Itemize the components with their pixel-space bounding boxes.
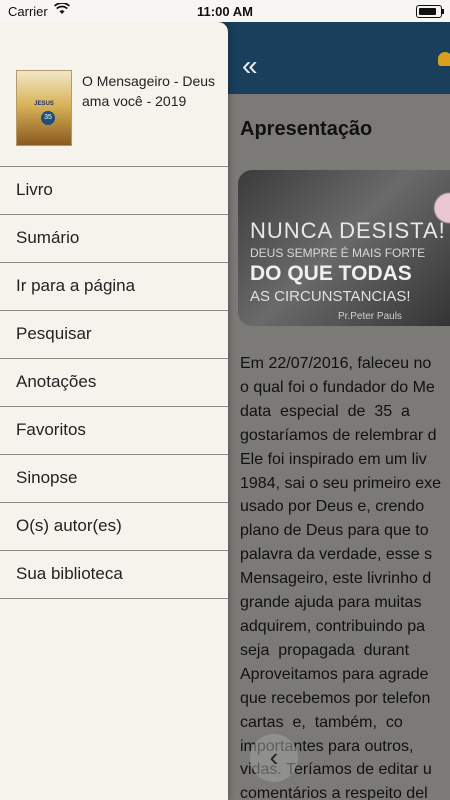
body-line: cartas e, também, co <box>240 713 403 731</box>
status-bar: Carrier 11:00 AM <box>0 0 450 22</box>
book-cover: JESUS 35 <box>16 70 72 146</box>
body-line: data especial de 35 a <box>240 402 410 420</box>
cover-badge: 35 <box>41 111 55 125</box>
double-chevron-left-icon[interactable]: « <box>242 52 258 80</box>
menu-item-sua-biblioteca[interactable]: Sua biblioteca <box>0 551 228 599</box>
bell-icon[interactable] <box>438 52 450 66</box>
drawer-menu: Livro Sumário Ir para a página Pesquisar… <box>0 167 228 599</box>
body-line: adquirem, contribuindo pa <box>240 617 426 635</box>
chapter-body: Em 22/07/2016, faleceu no o qual foi o fu… <box>240 352 450 800</box>
body-line: Mensageiro, este livrinho d <box>240 570 432 588</box>
body-line: gostaríamos de relembrar d <box>240 426 437 444</box>
menu-item-pesquisar[interactable]: Pesquisar <box>0 311 228 359</box>
banner-line-3: DO QUE TODAS <box>250 262 412 285</box>
body-line: comentários a respeito del <box>240 785 428 800</box>
banner-image: NUNCA DESISTA! DEUS SEMPRE É MAIS FORTE … <box>238 170 450 326</box>
cover-word: JESUS <box>34 101 54 107</box>
chapter-title: Apresentação <box>240 118 373 140</box>
menu-item-sumario[interactable]: Sumário <box>0 215 228 263</box>
body-line: seja propagada durant <box>240 641 410 659</box>
banner-line-4: AS CIRCUNSTANCIAS! <box>250 288 411 305</box>
body-line: 1984, sai o seu primeiro exe <box>240 474 441 492</box>
banner-line-2: DEUS SEMPRE É MAIS FORTE <box>250 246 426 260</box>
banner-line-1: NUNCA DESISTA! <box>250 218 446 243</box>
body-line: usado por Deus e, crendo <box>240 498 425 516</box>
body-line: Em 22/07/2016, faleceu no <box>240 355 432 372</box>
body-line: plano de Deus para que to <box>240 522 429 540</box>
body-line: Aproveitamos para agrade <box>240 665 429 683</box>
body-line: grande ajuda para muitas <box>240 594 422 612</box>
body-line: que recebemos por telefon <box>240 689 431 707</box>
menu-item-ir-para-pagina[interactable]: Ir para a página <box>0 263 228 311</box>
menu-item-anotacoes[interactable]: Anotações <box>0 359 228 407</box>
book-title: O Mensageiro - Deus ama você - 2019 <box>82 73 216 109</box>
menu-item-favoritos[interactable]: Favoritos <box>0 407 228 455</box>
navigation-drawer: JESUS 35 O Mensageiro - Deus ama você - … <box>0 22 228 800</box>
menu-item-sinopse[interactable]: Sinopse <box>0 455 228 503</box>
banner-signature: Pr.Peter Pauls <box>338 311 402 322</box>
body-line: Ele foi inspirado em um liv <box>240 450 427 468</box>
body-line: palavra da verdade, esse s <box>240 546 433 564</box>
battery-icon <box>416 5 444 18</box>
clock: 11:00 AM <box>197 4 253 19</box>
menu-item-livro[interactable]: Livro <box>0 167 228 215</box>
drawer-header: JESUS 35 O Mensageiro - Deus ama você - … <box>0 22 228 167</box>
chevron-left-icon[interactable]: ‹ <box>250 734 298 782</box>
menu-item-autores[interactable]: O(s) autor(es) <box>0 503 228 551</box>
body-line: o qual foi o fundador do Me <box>240 378 435 396</box>
